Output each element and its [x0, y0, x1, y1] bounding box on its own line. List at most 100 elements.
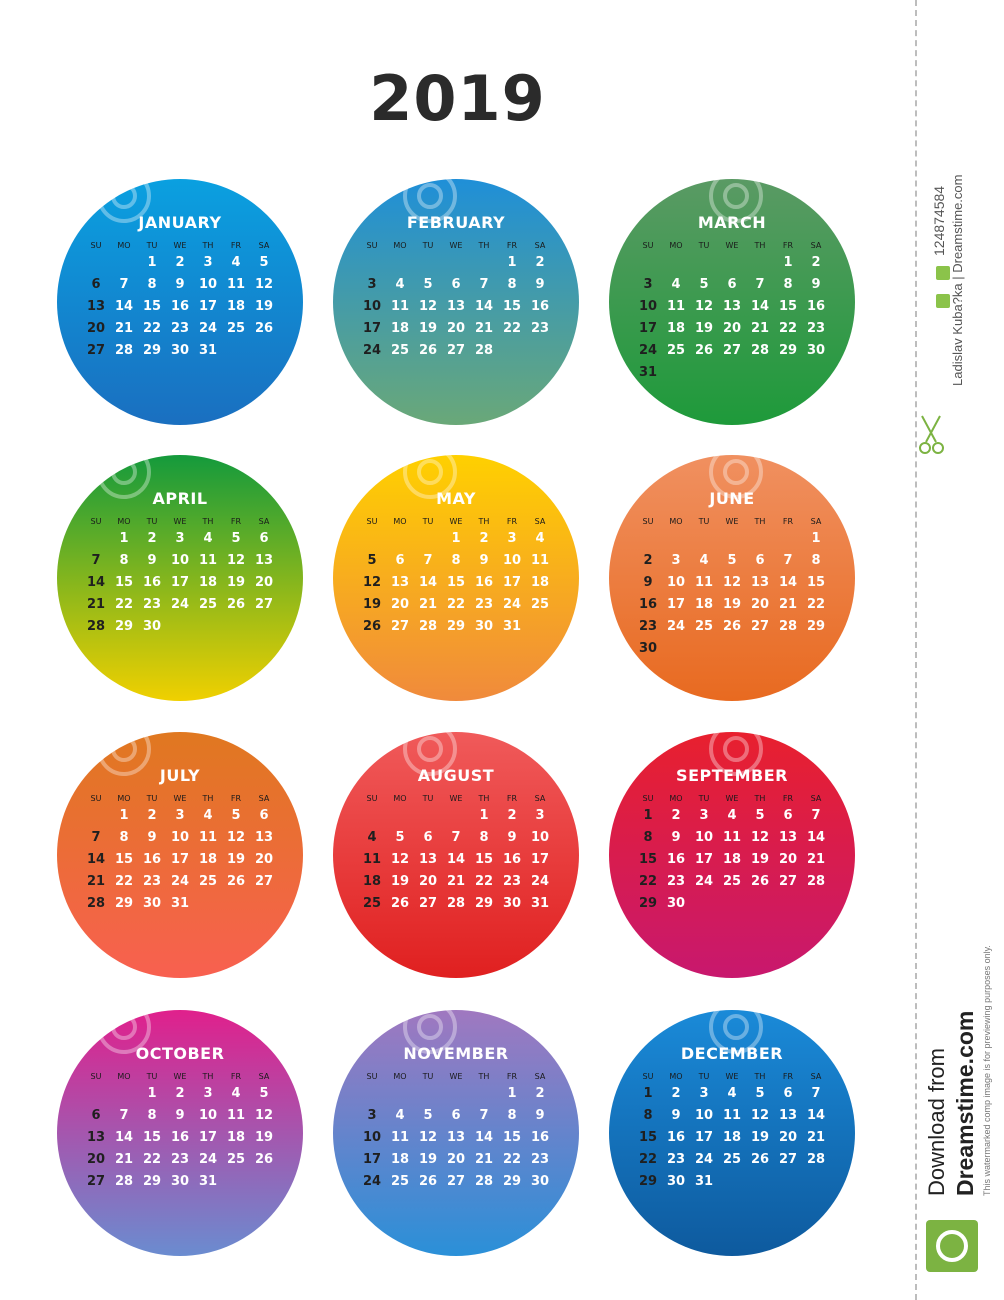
- date: 27: [446, 1174, 466, 1189]
- week-row: 22 23 24 25 26 27 28: [634, 873, 830, 891]
- date: 11: [198, 553, 218, 568]
- date: 11: [722, 1108, 742, 1123]
- weekday-label: WE: [173, 517, 187, 526]
- date: 17: [666, 597, 686, 612]
- date: 31: [198, 1174, 218, 1189]
- date: 6: [451, 277, 461, 292]
- weekday-header: SU MO TU WE TH FR SA: [358, 241, 554, 250]
- date: 12: [750, 1108, 770, 1123]
- weekday-label: TH: [202, 241, 214, 250]
- date: 31: [502, 619, 522, 634]
- weekday-label: TH: [754, 241, 766, 250]
- date: 21: [806, 1130, 826, 1145]
- date: 20: [418, 874, 438, 889]
- date: 19: [390, 874, 410, 889]
- date: 3: [203, 255, 213, 270]
- date: 22: [114, 597, 134, 612]
- sunday-date: 24: [362, 1174, 382, 1189]
- date: 28: [114, 343, 134, 358]
- weekday-label: SU: [642, 1072, 654, 1081]
- weekday-label: SU: [366, 794, 378, 803]
- week-row: 24 25 26 27 28 29 30: [634, 342, 830, 360]
- date: 23: [502, 874, 522, 889]
- date: 19: [694, 321, 714, 336]
- date: 13: [254, 553, 274, 568]
- date: 6: [395, 553, 405, 568]
- date: 19: [418, 1152, 438, 1167]
- sunday-date: 7: [91, 830, 101, 845]
- date: 26: [226, 874, 246, 889]
- week-row: 6 7 8 9 10 11 12: [82, 1107, 278, 1125]
- date: 4: [699, 553, 709, 568]
- weekday-label: WE: [449, 517, 463, 526]
- date: 2: [147, 808, 157, 823]
- date: 15: [806, 575, 826, 590]
- day-grid: SU MO TU WE TH FR SA 1 2 3 4 5 6 7 8 9 10 11 12 13 14 15 16 17 1…: [358, 1072, 554, 1191]
- date: 22: [474, 874, 494, 889]
- date: 20: [446, 1152, 466, 1167]
- day-grid: SU MO TU WE TH FR SA 1 2 3 4 5 6 7 8 9 10 11 12 13 14 15 16 17 1…: [634, 241, 830, 382]
- week-row: 24 25 26 27 28 29 30: [358, 1173, 554, 1191]
- week-row: 24 25 26 27 28: [358, 342, 554, 360]
- week-row: 3 4 5 6 7 8 9: [634, 276, 830, 294]
- date: 26: [418, 1174, 438, 1189]
- sunday-date: 9: [643, 575, 653, 590]
- date: 24: [170, 597, 190, 612]
- sunday-date: 13: [86, 299, 106, 314]
- month-name: SEPTEMBER: [676, 766, 788, 785]
- weekday-label: SU: [642, 241, 654, 250]
- date: 22: [446, 597, 466, 612]
- weekday-label: MO: [669, 794, 683, 803]
- sunday-date: 14: [86, 852, 106, 867]
- date: 3: [535, 808, 545, 823]
- date: 6: [259, 531, 269, 546]
- date: 19: [750, 1130, 770, 1145]
- date: 12: [254, 1108, 274, 1123]
- date: 8: [119, 830, 129, 845]
- date: 29: [142, 343, 162, 358]
- date: 8: [147, 277, 157, 292]
- day-grid: SU MO TU WE TH FR SA 1 2 3 4 5 6 7 8 9 10 11 12 13 14 15 16 17 1…: [358, 241, 554, 360]
- sunday-date: 10: [362, 1130, 382, 1145]
- weekday-label: FR: [230, 1072, 242, 1081]
- sunday-date: 2: [643, 553, 653, 568]
- weekday-label: SU: [366, 241, 378, 250]
- date: 22: [778, 321, 798, 336]
- sunday-date: 11: [362, 852, 382, 867]
- date: 20: [750, 597, 770, 612]
- sunday-date: 8: [643, 830, 653, 845]
- date: 30: [474, 619, 494, 634]
- date: 26: [750, 874, 770, 889]
- date: 28: [114, 1174, 134, 1189]
- date: 27: [778, 1152, 798, 1167]
- weekday-label: SA: [810, 241, 822, 250]
- date: 2: [535, 1086, 545, 1101]
- weekday-label: FR: [506, 241, 518, 250]
- weekday-label: WE: [725, 517, 739, 526]
- date: 30: [170, 343, 190, 358]
- date: 4: [203, 531, 213, 546]
- date: 19: [254, 1130, 274, 1145]
- date: 7: [479, 1108, 489, 1123]
- date: 26: [254, 1152, 274, 1167]
- week-row: 20 21 22 23 24 25 26: [82, 320, 278, 338]
- week-row: 25 26 27 28 29 30 31: [358, 895, 554, 913]
- sunday-date: 30: [638, 641, 658, 656]
- weekday-label: FR: [230, 794, 242, 803]
- sunday-date: 17: [638, 321, 658, 336]
- date: 14: [750, 299, 770, 314]
- date: 21: [114, 321, 134, 336]
- date: 6: [451, 1108, 461, 1123]
- weekday-label: MO: [393, 241, 407, 250]
- date: 11: [198, 830, 218, 845]
- date: 16: [474, 575, 494, 590]
- sunday-date: 16: [638, 597, 658, 612]
- sunday-date: 25: [362, 896, 382, 911]
- date: 7: [755, 277, 765, 292]
- day-grid: SU MO TU WE TH FR SA 1 2 3 4 5 6 7 8 9 10 11 12 13 14 15 16 17 1…: [634, 1072, 830, 1191]
- weekday-label: SU: [90, 517, 102, 526]
- date: 26: [254, 321, 274, 336]
- sunday-date: 17: [362, 321, 382, 336]
- date: 18: [390, 1152, 410, 1167]
- date: 17: [694, 1130, 714, 1145]
